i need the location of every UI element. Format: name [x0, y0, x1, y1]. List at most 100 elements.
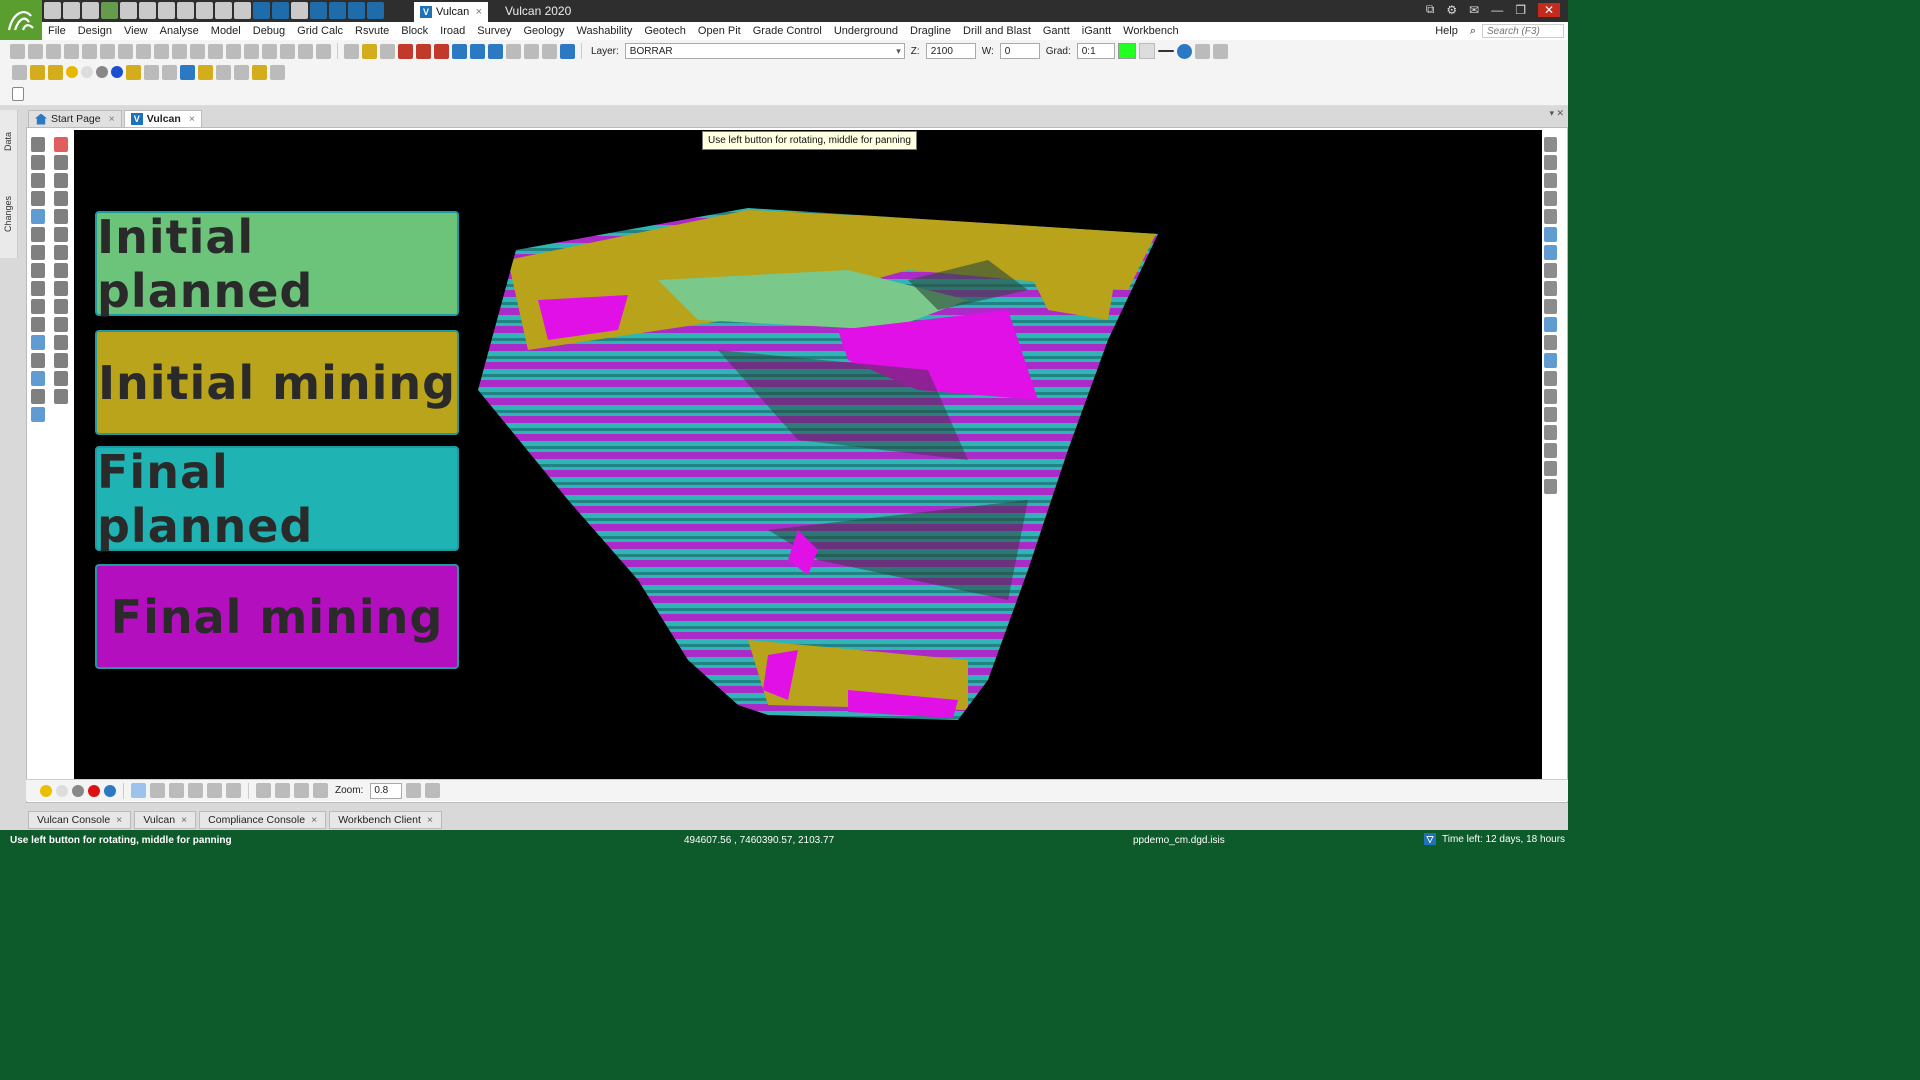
zoom-window-icon[interactable]: [1544, 155, 1557, 170]
arc-icon[interactable]: [31, 263, 45, 278]
menu-grade-control[interactable]: Grade Control: [747, 25, 828, 37]
w-input[interactable]: 0: [999, 43, 1040, 59]
stack-icon[interactable]: [1544, 425, 1557, 440]
menu-file[interactable]: File: [42, 25, 72, 37]
changes-tab[interactable]: Changes: [3, 196, 15, 232]
chart-icon[interactable]: [208, 43, 223, 59]
cube-icon[interactable]: [216, 64, 231, 80]
annotation-icon[interactable]: [31, 353, 45, 368]
move-tool-icon[interactable]: [54, 155, 68, 170]
clip-icon[interactable]: [1544, 389, 1557, 404]
info-icon[interactable]: [1176, 43, 1192, 59]
globe-sphere-icon[interactable]: [104, 784, 116, 797]
line-style-icon[interactable]: [1157, 50, 1174, 52]
section-icon[interactable]: [54, 389, 68, 404]
cylinder-icon[interactable]: [270, 64, 285, 80]
layer-tool-icon[interactable]: [398, 43, 413, 59]
points-icon[interactable]: [12, 64, 27, 80]
open-folder-icon[interactable]: [362, 43, 377, 59]
grid-icon[interactable]: [207, 783, 222, 798]
font-icon[interactable]: [275, 783, 290, 798]
point-icon[interactable]: [31, 155, 45, 170]
sheet-icon[interactable]: [31, 389, 45, 404]
copy-icon[interactable]: [234, 2, 251, 19]
new-file-icon[interactable]: [344, 43, 359, 59]
shaded-sphere-icon[interactable]: [66, 66, 78, 78]
close-icon[interactable]: ×: [476, 6, 482, 18]
section-view-icon[interactable]: [1544, 281, 1557, 296]
formula-icon[interactable]: [298, 43, 313, 59]
grad-input[interactable]: 0:1: [1076, 43, 1115, 59]
reset-view-icon[interactable]: [425, 783, 441, 798]
hatch-icon[interactable]: [313, 783, 328, 798]
angle-icon[interactable]: [294, 783, 309, 798]
report-icon[interactable]: [101, 2, 118, 19]
select-icon[interactable]: [31, 137, 45, 152]
grey-sphere-icon[interactable]: [96, 66, 108, 78]
close-icon[interactable]: ×: [427, 814, 433, 826]
tab-start-page[interactable]: Start Page ×: [28, 110, 122, 127]
vertex-icon[interactable]: [54, 173, 68, 188]
colour-swatch[interactable]: [1117, 43, 1136, 59]
text-tool-icon[interactable]: [244, 43, 259, 59]
measure-view-icon[interactable]: [1544, 461, 1557, 476]
rectangle-icon[interactable]: [31, 227, 45, 242]
white-sphere-icon[interactable]: [56, 784, 68, 797]
layers-view-icon[interactable]: [1544, 353, 1557, 368]
profile-icon[interactable]: [190, 43, 205, 59]
help-icon[interactable]: [560, 43, 575, 59]
erase-icon[interactable]: [434, 43, 449, 59]
tab-compliance-console[interactable]: Compliance Console ×: [199, 811, 327, 829]
box-select-icon[interactable]: [54, 335, 68, 350]
mail-icon[interactable]: ✉: [1469, 3, 1479, 17]
rotate-icon[interactable]: [54, 191, 68, 206]
scale-icon[interactable]: [82, 43, 97, 59]
menu-drill-and-blast[interactable]: Drill and Blast: [957, 25, 1037, 37]
tab-vulcan-console[interactable]: Vulcan Console ×: [28, 811, 132, 829]
blue-sphere-icon[interactable]: [111, 66, 123, 78]
download-icon[interactable]: [177, 2, 194, 19]
menu-geology[interactable]: Geology: [518, 25, 571, 37]
triangle-icon[interactable]: [226, 43, 241, 59]
calculator-icon[interactable]: [158, 2, 175, 19]
grey-sphere-icon[interactable]: [72, 784, 84, 797]
menu-view[interactable]: View: [118, 25, 154, 37]
layers-icon[interactable]: [310, 2, 327, 19]
clipboard-icon[interactable]: [12, 87, 24, 101]
open-pit-model[interactable]: [468, 200, 1168, 730]
menu-rsvute[interactable]: Rsvute: [349, 25, 395, 37]
smooth-icon[interactable]: [162, 64, 177, 80]
menu-geotech[interactable]: Geotech: [638, 25, 692, 37]
document-controls[interactable]: ▾ ✕: [1549, 108, 1564, 119]
table-tool-icon[interactable]: [262, 43, 277, 59]
ellipse-icon[interactable]: [31, 281, 45, 296]
curve-icon[interactable]: [31, 245, 45, 260]
tab-workbench-client[interactable]: Workbench Client ×: [329, 811, 443, 829]
red-sphere-icon[interactable]: [88, 784, 100, 797]
menu-block[interactable]: Block: [395, 25, 434, 37]
tools-icon[interactable]: [1544, 479, 1557, 494]
filter-icon[interactable]: [1544, 371, 1557, 386]
polygon-icon[interactable]: [31, 317, 45, 332]
search-input[interactable]: [1482, 24, 1564, 38]
close-icon[interactable]: ×: [189, 113, 195, 125]
move-icon[interactable]: [136, 43, 151, 59]
line-tool-icon[interactable]: [31, 173, 45, 188]
menu-workbench[interactable]: Workbench: [1117, 25, 1184, 37]
measure-icon[interactable]: [28, 43, 43, 59]
export-icon[interactable]: [524, 43, 539, 59]
delete-icon[interactable]: [416, 43, 431, 59]
elevation-icon[interactable]: [46, 43, 61, 59]
menu-gantt[interactable]: Gantt: [1037, 25, 1076, 37]
database-icon[interactable]: [272, 2, 289, 19]
points-grid-icon[interactable]: [31, 299, 45, 314]
angle-icon[interactable]: [172, 43, 187, 59]
minimize-button[interactable]: —: [1491, 3, 1503, 17]
pattern-swatch[interactable]: [1138, 43, 1155, 59]
redo-icon[interactable]: [470, 43, 485, 59]
console-icon[interactable]: [348, 2, 365, 19]
gear-icon[interactable]: ⚙: [1446, 3, 1457, 17]
data-tab[interactable]: Data: [3, 132, 15, 151]
grid-view-icon[interactable]: [1544, 443, 1557, 458]
close-icon[interactable]: ×: [181, 814, 187, 826]
